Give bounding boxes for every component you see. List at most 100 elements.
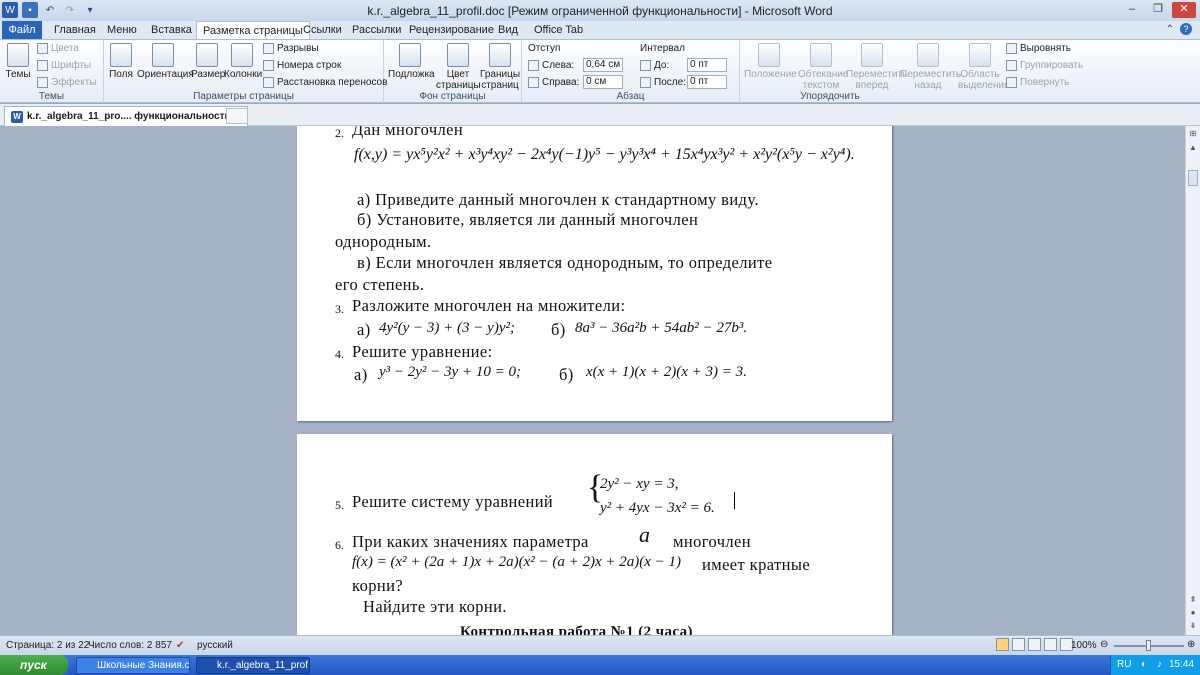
tab-review[interactable]: Рецензирование [403, 21, 500, 39]
tab-references[interactable]: Ссылки [297, 21, 348, 39]
effects-button[interactable]: Эффекты [37, 77, 96, 88]
selection-pane-button[interactable]: Область выделения [958, 43, 1009, 91]
full-screen-view-icon[interactable] [1012, 638, 1025, 651]
wrap-text-label: Обтекание текстом [798, 69, 849, 91]
help-icon[interactable]: ? [1180, 23, 1192, 35]
indent-left-input[interactable]: 0,64 см [583, 58, 623, 72]
themes-button-label: Темы [5, 69, 31, 80]
send-backward-button[interactable]: Переместить назад [900, 43, 961, 91]
web-layout-view-icon[interactable] [1028, 638, 1041, 651]
item4-b-label: б) [559, 365, 574, 384]
item6-text-5: Найдите эти корни. [363, 597, 507, 616]
bring-forward-button[interactable]: Переместить вперед [846, 43, 907, 91]
ruler-toggle-icon[interactable]: ⊞ [1187, 128, 1199, 140]
new-tab-button[interactable] [226, 108, 248, 124]
paragraph-group-label: Абзац [616, 91, 645, 102]
start-button[interactable]: пуск [0, 655, 68, 675]
colors-button[interactable]: Цвета [37, 43, 79, 54]
themes-group-label: Темы [38, 91, 65, 102]
tab-file[interactable]: Файл [2, 21, 42, 39]
page-background-group-label: Фон страницы [419, 91, 486, 102]
colors-label: Цвета [51, 43, 79, 54]
tab-mailings[interactable]: Рассылки [346, 21, 407, 39]
page-color-button[interactable]: Цвет страницы [436, 43, 481, 91]
line-numbers-label: Номера строк [277, 60, 342, 71]
item3-text: Разложите многочлен на множители: [352, 296, 626, 315]
rotate-icon [1006, 77, 1017, 88]
line-numbers-button[interactable]: Номера строк [263, 60, 341, 71]
wrap-text-button[interactable]: Обтекание текстом [798, 43, 848, 91]
colors-icon [37, 43, 48, 54]
word-count[interactable]: Число слов: 2 857 [88, 640, 172, 651]
position-label: Положение [744, 69, 797, 80]
document-tabs: W k.r._algebra_11_pro.... функциональнос… [0, 104, 1200, 126]
zoom-level[interactable]: 100% [1071, 640, 1097, 651]
system-tray: RU ◐ ♪ 15:44 [1110, 655, 1200, 675]
document-tab[interactable]: W k.r._algebra_11_pro.... функциональнос… [4, 106, 248, 126]
tab-menu[interactable]: Меню [101, 21, 143, 39]
group-button[interactable]: Группировать [1006, 60, 1083, 71]
proofing-icon[interactable]: ✔ [176, 640, 184, 651]
maximize-button[interactable]: ❐ [1146, 2, 1170, 18]
ribbon-tabs: Файл Главная Меню Вставка Разметка стран… [0, 21, 1200, 40]
margins-label: Поля [109, 69, 133, 80]
position-button[interactable]: Положение [744, 43, 797, 80]
watermark-button[interactable]: Подложка [388, 43, 435, 80]
tab-page-layout[interactable]: Разметка страницы [196, 21, 310, 40]
previous-page-icon[interactable]: ⇞ [1187, 594, 1199, 606]
align-button[interactable]: Выровнять [1006, 43, 1071, 54]
item6-formula: f(x) = (x² + (2a + 1)x + 2a)(x² − (a + 2… [352, 554, 682, 570]
scroll-thumb[interactable] [1188, 170, 1198, 186]
columns-button[interactable]: Колонки [224, 43, 263, 80]
zoom-out-icon[interactable]: ⊖ [1100, 639, 1108, 650]
zoom-slider-thumb[interactable] [1146, 640, 1151, 651]
tab-view[interactable]: Вид [492, 21, 524, 39]
hyphenation-button[interactable]: Расстановка переносов [263, 77, 387, 88]
page-borders-button[interactable]: Границы страниц [480, 43, 520, 91]
clock[interactable]: 15:44 [1169, 655, 1194, 675]
tab-insert[interactable]: Вставка [145, 21, 198, 39]
indent-right-input[interactable]: 0 см [583, 75, 623, 89]
taskbar-item-word[interactable]: k.r._algebra_11_prof... [196, 657, 310, 674]
columns-label: Колонки [224, 69, 263, 80]
item2-v-text-2: его степень. [335, 275, 425, 294]
network-icon[interactable]: ◐ [1141, 655, 1147, 675]
item2-a-text: а) Приведите данный многочлен к стандарт… [357, 190, 759, 209]
tab-office-tab[interactable]: Office Tab [528, 21, 589, 39]
margins-button[interactable]: Поля [108, 43, 134, 80]
taskbar-item-browser[interactable]: Школьные Знания.c... [76, 657, 190, 674]
indent-right-spin: Справа: 0 см [528, 75, 623, 89]
scroll-up-icon[interactable]: ▲ [1187, 142, 1199, 154]
page-1[interactable]: 2. Дан многочлен f(x,y) = yx⁵y²x² + x³y⁴… [297, 126, 892, 421]
outline-view-icon[interactable] [1044, 638, 1057, 651]
next-page-icon[interactable]: ⇟ [1187, 620, 1199, 632]
themes-button[interactable]: Темы [3, 43, 33, 80]
fonts-label: Шрифты [51, 60, 92, 71]
spacing-before-input[interactable]: 0 пт [687, 58, 727, 72]
document-workspace[interactable]: 2. Дан многочлен f(x,y) = yx⁵y²x² + x³y⁴… [0, 126, 1185, 635]
arrange-group: Положение Обтекание текстом Переместить … [740, 40, 1100, 103]
fonts-button[interactable]: Шрифты [37, 60, 91, 71]
page-2[interactable]: 5. Решите систему уравнений { 2y² − xy =… [297, 434, 892, 635]
arrange-group-label: Упорядочить [800, 91, 860, 102]
tab-home[interactable]: Главная [48, 21, 102, 39]
vertical-scrollbar[interactable]: ⊞ ▲ ⇞ ● ⇟ [1185, 126, 1200, 635]
browse-object-icon[interactable]: ● [1187, 607, 1199, 619]
effects-label: Эффекты [51, 77, 97, 88]
print-layout-view-icon[interactable] [996, 638, 1009, 651]
collapse-ribbon-icon[interactable]: ⌃ [1166, 24, 1174, 35]
spacing-after-input[interactable]: 0 пт [687, 75, 727, 89]
orientation-button[interactable]: Ориентация [137, 43, 194, 80]
language[interactable]: русский [197, 640, 233, 651]
page-count[interactable]: Страница: 2 из 22 [6, 640, 89, 651]
size-button[interactable]: Размер [191, 43, 225, 80]
input-language[interactable]: RU [1117, 655, 1131, 675]
minimize-button[interactable]: – [1120, 2, 1144, 18]
group-icon [1006, 60, 1017, 71]
close-button[interactable]: ✕ [1172, 2, 1196, 18]
volume-icon[interactable]: ♪ [1157, 655, 1162, 675]
zoom-in-icon[interactable]: ⊕ [1187, 639, 1195, 650]
indent-left-spin: Слева: 0,64 см [528, 58, 623, 72]
rotate-button[interactable]: Повернуть [1006, 77, 1069, 88]
breaks-button[interactable]: Разрывы [263, 43, 319, 54]
